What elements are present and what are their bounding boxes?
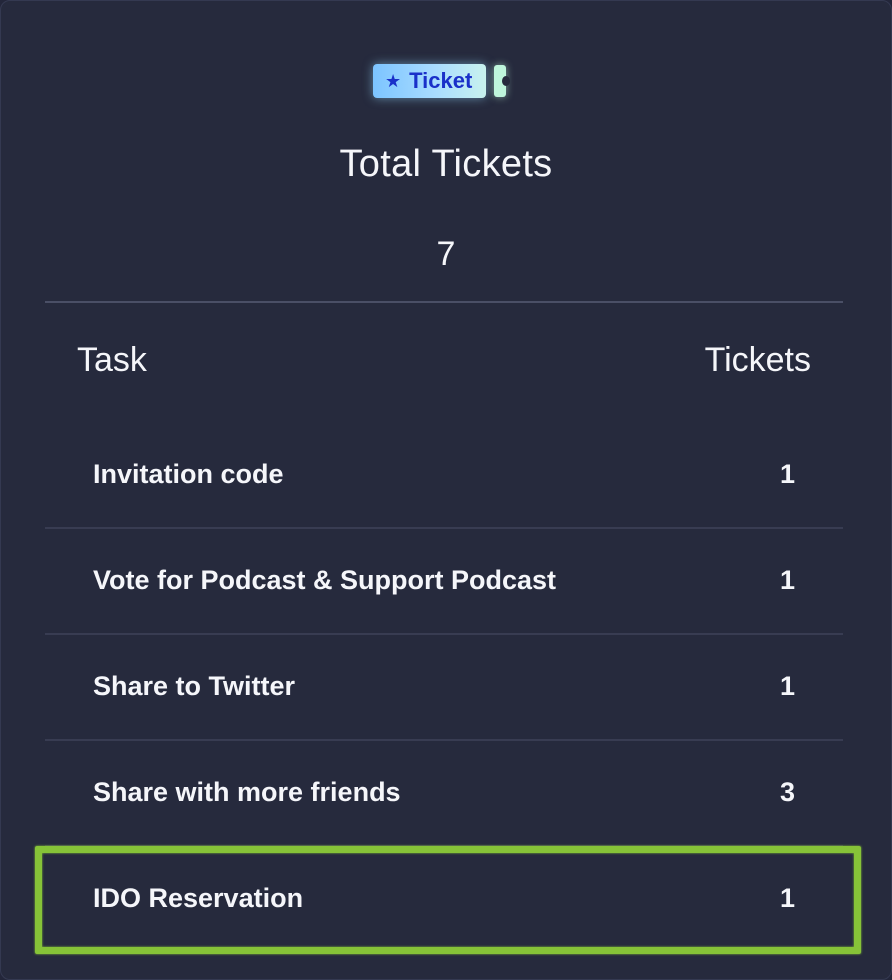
task-name: IDO Reservation [93, 883, 304, 913]
column-header-task: Task [77, 341, 147, 379]
tickets-panel: ★ Ticket Total Tickets 7 Task Tickets In… [0, 0, 892, 980]
ticket-stub-icon [494, 65, 511, 97]
divider [45, 301, 843, 303]
table-row: Invitation code 1 [45, 423, 843, 529]
task-ticket-count: 1 [779, 671, 795, 701]
task-name: Share with more friends [93, 777, 401, 807]
task-ticket-count: 1 [779, 565, 795, 595]
table-row: Share to Twitter 1 [45, 635, 843, 741]
star-icon: ★ [385, 71, 402, 91]
task-ticket-count: 1 [779, 459, 795, 489]
task-name: Share to Twitter [93, 671, 296, 701]
total-tickets-value: 7 [436, 235, 456, 273]
ticket-badge: ★ Ticket [373, 63, 511, 99]
ticket-badge-label: Ticket [409, 68, 473, 93]
task-ticket-count: 1 [779, 883, 795, 913]
table-row-highlighted: IDO Reservation 1 [45, 847, 843, 953]
table-row: Share with more friends 3 [45, 741, 843, 847]
task-ticket-count: 3 [779, 777, 795, 807]
task-name: Vote for Podcast & Support Podcast [93, 565, 557, 595]
ticket-badge-body: ★ Ticket [373, 64, 487, 98]
column-header-tickets: Tickets [704, 341, 811, 379]
total-tickets-title: Total Tickets [339, 143, 553, 185]
task-list: Invitation code 1 Vote for Podcast & Sup… [45, 423, 843, 953]
task-name: Invitation code [93, 459, 284, 489]
table-row: Vote for Podcast & Support Podcast 1 [45, 529, 843, 635]
